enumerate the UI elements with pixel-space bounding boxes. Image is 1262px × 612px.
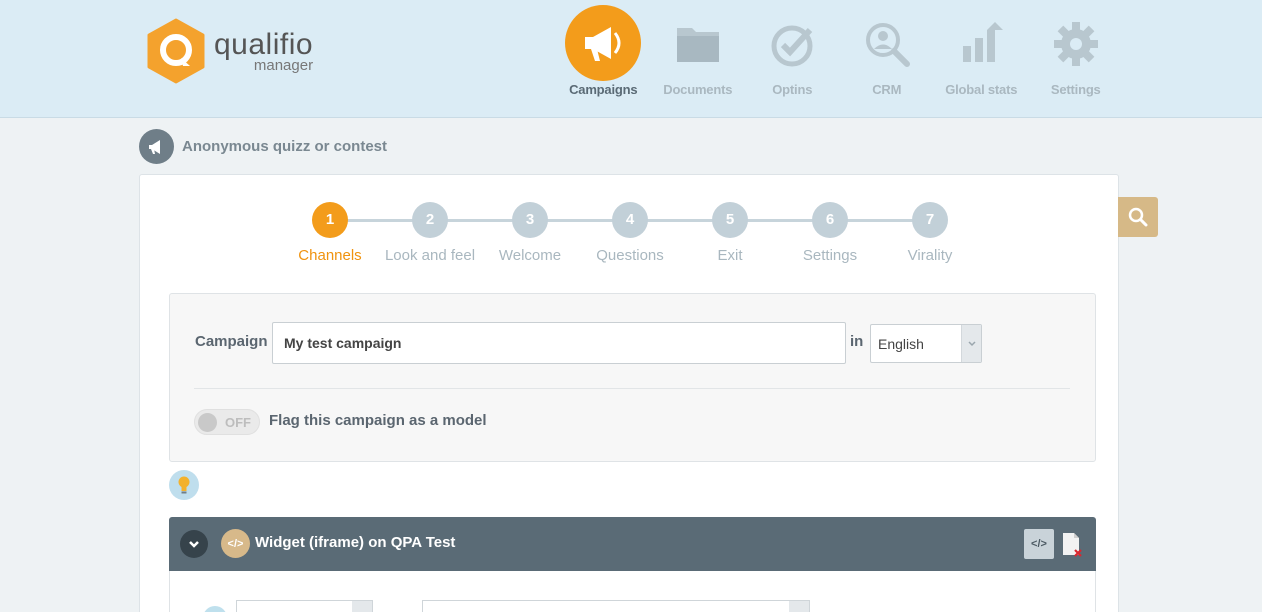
step-virality[interactable]: 7 Virality — [880, 202, 980, 264]
step-label: Settings — [802, 247, 858, 264]
megaphone-icon — [565, 5, 642, 81]
flag-model-label: Flag this campaign as a model — [269, 412, 487, 429]
step-number: 4 — [612, 202, 648, 238]
app-header: qualifio manager Campaigns Documents Opt… — [0, 0, 1262, 118]
nav-settings[interactable]: Settings — [1029, 0, 1124, 118]
nav-optins[interactable]: Optins — [745, 0, 840, 118]
campaign-panel — [169, 293, 1096, 462]
step-number: 5 — [712, 202, 748, 238]
folder-icon — [674, 20, 722, 68]
step-label: Channels — [298, 247, 362, 264]
nav-campaigns[interactable]: Campaigns — [556, 0, 651, 118]
language-value: English — [878, 336, 924, 352]
step-label: Questions — [596, 247, 664, 264]
megaphone-icon — [139, 129, 174, 164]
delete-document-icon[interactable] — [1061, 531, 1083, 559]
nav-label: Settings — [1050, 82, 1101, 97]
bar-chart-icon — [957, 20, 1005, 68]
widget-select-2[interactable] — [422, 600, 810, 612]
step-number: 7 — [912, 202, 948, 238]
embed-code-button[interactable]: </> — [1024, 529, 1054, 559]
widget-title: Widget (iframe) on QPA Test — [255, 534, 456, 551]
lightbulb-icon[interactable] — [169, 470, 199, 500]
chevron-down-icon — [189, 541, 199, 548]
chevron-down-icon — [961, 325, 981, 362]
page-title: Anonymous quizz or contest — [182, 138, 388, 155]
step-label: Exit — [717, 247, 743, 264]
toggle-knob — [198, 413, 217, 432]
model-toggle[interactable]: OFF — [194, 409, 260, 435]
main-nav: Campaigns Documents Optins CRM Global st… — [556, 0, 1123, 118]
nav-label: Optins — [772, 82, 813, 97]
step-label: Virality — [907, 247, 953, 264]
step-settings[interactable]: 6 Settings — [780, 202, 880, 264]
collapse-button[interactable] — [180, 530, 208, 558]
breadcrumb: Anonymous quizz or contest — [139, 129, 387, 164]
step-look-and-feel[interactable]: 2 Look and feel — [380, 202, 480, 264]
nav-global-stats[interactable]: Global stats — [934, 0, 1029, 118]
gear-icon — [1052, 20, 1100, 68]
search-button[interactable] — [1118, 197, 1158, 237]
step-label: Welcome — [498, 247, 562, 264]
toggle-state: OFF — [225, 415, 251, 430]
logo-name: qualifio — [214, 27, 314, 61]
nav-documents[interactable]: Documents — [651, 0, 746, 118]
search-icon — [1128, 207, 1148, 227]
language-select[interactable]: English — [870, 324, 982, 363]
code-icon: </> — [221, 529, 250, 558]
nav-label: Campaigns — [569, 82, 638, 97]
campaign-label: Campaign — [195, 333, 268, 350]
step-welcome[interactable]: 3 Welcome — [480, 202, 580, 264]
step-number: 6 — [812, 202, 848, 238]
widget-select-1[interactable] — [236, 600, 373, 612]
in-label: in — [850, 333, 864, 350]
nav-label: Documents — [663, 82, 733, 97]
step-number: 3 — [512, 202, 548, 238]
nav-crm[interactable]: CRM — [840, 0, 935, 118]
nav-label: CRM — [872, 82, 902, 97]
step-wizard: 1 Channels 2 Look and feel 3 Welcome 4 Q… — [280, 202, 980, 272]
logo-hexagon-icon — [146, 18, 206, 84]
nav-label: Global stats — [945, 82, 1018, 97]
campaign-name-input[interactable] — [272, 322, 846, 364]
step-number: 2 — [412, 202, 448, 238]
step-exit[interactable]: 5 Exit — [680, 202, 780, 264]
user-search-icon — [863, 20, 911, 68]
step-number: 1 — [312, 202, 348, 238]
step-questions[interactable]: 4 Questions — [580, 202, 680, 264]
qualifio-logo[interactable]: qualifio manager — [146, 18, 313, 84]
step-channels[interactable]: 1 Channels — [280, 202, 380, 264]
step-label: Look and feel — [384, 247, 476, 264]
widget-header: </> Widget (iframe) on QPA Test </> — [169, 517, 1096, 571]
checkmark-circle-icon — [768, 20, 816, 68]
divider — [194, 388, 1070, 389]
